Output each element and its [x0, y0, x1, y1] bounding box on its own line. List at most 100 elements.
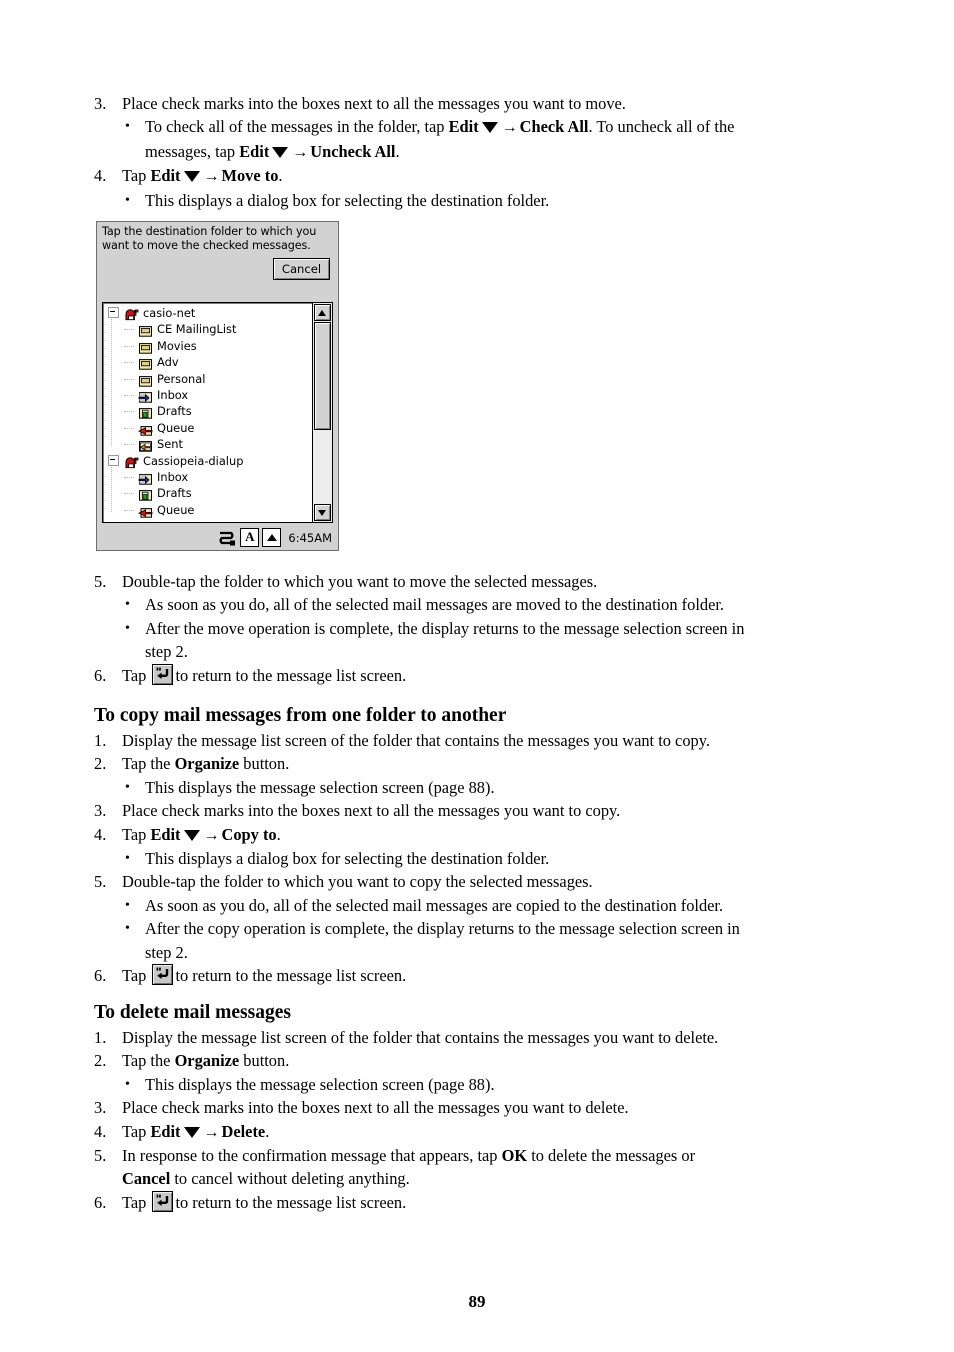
- step-text-pre: Tap the: [122, 1051, 175, 1071]
- step-2-copy: 2. Tap the Organize button.: [94, 752, 860, 775]
- scroll-down-button[interactable]: [314, 504, 331, 521]
- step-1-delete: 1. Display the message list screen of th…: [94, 1026, 860, 1049]
- step-number: 3.: [94, 94, 107, 113]
- step-number: 5.: [94, 1146, 107, 1166]
- dialog-prompt-text: Tap the destination folder to which you …: [102, 225, 317, 252]
- bullet-text: As soon as you do, all of the selected m…: [145, 595, 724, 615]
- bold-edit: Edit: [150, 824, 181, 844]
- scroll-up-button[interactable]: [314, 304, 331, 321]
- return-key-icon[interactable]: [152, 964, 174, 986]
- tree-node-ce-mailinglist[interactable]: CE MailingList: [106, 321, 312, 338]
- arrow-right-icon: →: [203, 168, 220, 186]
- tree-node-adv[interactable]: Adv: [106, 354, 312, 370]
- arrow-right-icon: →: [292, 143, 309, 161]
- bullet-delete-selection-screen: • This displays the message selection sc…: [94, 1073, 860, 1096]
- tree-node-label: Cassiopeia-dialup: [143, 453, 244, 468]
- bold-cancel: Cancel: [122, 1169, 171, 1189]
- step-3-move: 3. Place check marks into the boxes next…: [94, 92, 860, 115]
- tree-node-casio-net[interactable]: casio-net: [106, 305, 312, 321]
- step-3-copy: 3. Place check marks into the boxes next…: [94, 799, 860, 822]
- triangle-down-icon: [183, 171, 200, 183]
- scrollbar-thumb[interactable]: [314, 322, 331, 430]
- step-number: 3.: [94, 1098, 107, 1118]
- bold-move-to: Move to: [221, 166, 279, 186]
- step-text-pre: Tap: [122, 1192, 151, 1212]
- step-text-line2-post: to cancel without deleting anything.: [170, 1169, 410, 1189]
- connection-icon[interactable]: [218, 528, 237, 547]
- bullet-text-line1: After the copy operation is complete, th…: [145, 919, 740, 939]
- tree-node-sent[interactable]: Sent: [106, 436, 312, 452]
- step-text-post: to return to the message list screen.: [175, 966, 407, 986]
- section-copy-mail: To copy mail messages from one folder to…: [94, 703, 860, 987]
- step-text: Place check marks into the boxes next to…: [122, 801, 621, 821]
- section-delete-mail: To delete mail messages 1. Display the m…: [94, 1000, 860, 1214]
- step-text-pre: Tap: [122, 1121, 151, 1141]
- arrow-right-icon: →: [501, 119, 518, 137]
- tree-node-label: Inbox: [157, 469, 189, 484]
- step-number: 6.: [94, 1192, 107, 1212]
- bold-edit-2: Edit: [239, 141, 270, 161]
- bullet-dot: •: [125, 851, 130, 867]
- bullet-text: As soon as you do, all of the selected m…: [145, 895, 724, 915]
- inbox-icon: [138, 390, 153, 404]
- step-6-copy: 6. Tap to return to the message list scr…: [94, 964, 860, 987]
- step-number: 1.: [94, 1028, 107, 1047]
- step-number: 6.: [94, 966, 107, 986]
- cancel-button[interactable]: Cancel: [273, 258, 330, 280]
- step-1-copy: 1. Display the message list screen of th…: [94, 729, 860, 752]
- step-text-post: .: [278, 166, 283, 186]
- bullet-text-line2: step 2.: [145, 642, 188, 662]
- step-text-line1-pre: In response to the confirmation message …: [122, 1146, 502, 1166]
- tree-node-drafts[interactable]: Drafts: [106, 485, 312, 501]
- inbox-icon: [138, 472, 153, 486]
- return-key-icon[interactable]: [152, 1190, 174, 1212]
- tree-node-drafts[interactable]: Drafts: [106, 403, 312, 420]
- bold-organize: Organize: [174, 754, 240, 774]
- tree-scrollbar[interactable]: [312, 303, 332, 522]
- bold-ok: OK: [501, 1146, 528, 1166]
- step-number: 3.: [94, 801, 107, 821]
- step-number: 5.: [94, 572, 107, 591]
- return-key-icon[interactable]: [152, 663, 174, 685]
- tree-node-queue[interactable]: Queue: [106, 502, 312, 518]
- tree-node-label: Inbox: [157, 387, 189, 402]
- step-4-copy: 4. Tap Edit → Copy to.: [94, 823, 860, 847]
- bullet-dot: •: [125, 779, 130, 795]
- folder-tree-panel[interactable]: casio-net CE MailingList Movies Adv Personal…: [102, 302, 333, 523]
- tree-node-label: CE MailingList: [157, 322, 237, 337]
- bullet-text: This displays a dialog box for selecting…: [145, 849, 550, 869]
- clock-label: 6:45AM: [288, 530, 332, 545]
- drafts-icon: [138, 488, 153, 502]
- tree-expander-icon[interactable]: [108, 307, 119, 318]
- tree-node-personal[interactable]: Personal: [106, 371, 312, 387]
- bullet-move-return: • After the move operation is complete, …: [94, 617, 860, 664]
- tree-node-movies[interactable]: Movies: [106, 338, 312, 354]
- step-5-copy: 5. Double-tap the folder to which you wa…: [94, 870, 860, 893]
- queue-icon: [138, 423, 153, 437]
- bullet-text: This displays the message selection scre…: [145, 1074, 495, 1094]
- step-number: 1.: [94, 731, 107, 750]
- triangle-down-icon: [272, 146, 289, 158]
- tree-node-label: casio-net: [143, 306, 196, 320]
- section-heading-copy: To copy mail messages from one folder to…: [94, 705, 507, 726]
- page-number: 89: [468, 1292, 486, 1311]
- bold-copy-to: Copy to: [221, 824, 277, 844]
- input-panel-chevron-icon[interactable]: [262, 528, 282, 547]
- step-text: Double-tap the folder to which you want …: [122, 872, 593, 892]
- step-5-delete: 5. In response to the confirmation messa…: [94, 1144, 860, 1191]
- bullet-text-line2: messages, tap: [145, 141, 240, 161]
- step-text: Display the message list screen of the f…: [122, 1028, 719, 1047]
- tree-node-inbox[interactable]: Inbox: [106, 469, 312, 485]
- tree-expander-icon[interactable]: [108, 454, 119, 466]
- tree-node-cassiopeia-dialup[interactable]: Cassiopeia-dialup: [106, 453, 312, 469]
- mailbox-icon: [124, 308, 139, 322]
- bullet-text: This displays a dialog box for selecting…: [145, 190, 550, 210]
- tree-node-label: Queue: [157, 502, 195, 517]
- tree-node-queue[interactable]: Queue: [106, 420, 312, 436]
- tree-node-inbox[interactable]: Inbox: [106, 387, 312, 403]
- bold-check-all: Check All: [519, 117, 589, 137]
- step-number: 4.: [94, 1121, 107, 1141]
- step-text: Double-tap the folder to which you want …: [122, 572, 598, 591]
- step-6-delete: 6. Tap to return to the message list scr…: [94, 1190, 860, 1214]
- input-panel-icon[interactable]: A: [240, 528, 260, 547]
